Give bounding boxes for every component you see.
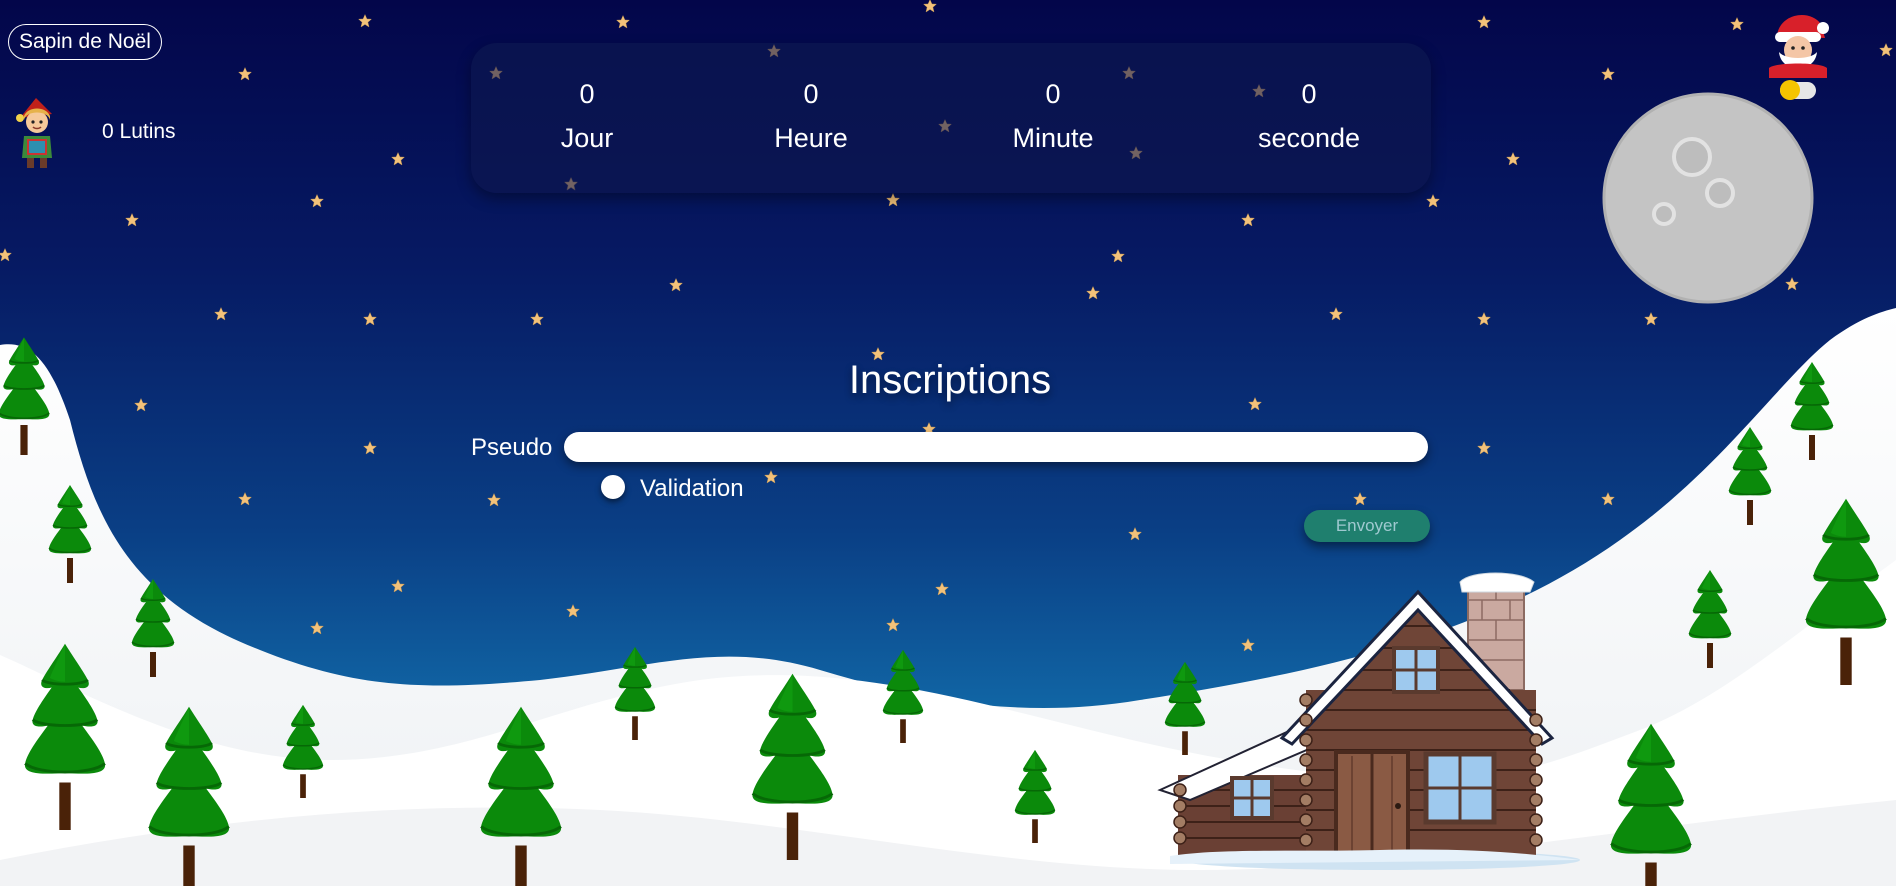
validation-radio[interactable] [601, 475, 625, 499]
moon-toggle-icon [1780, 80, 1800, 100]
countdown-stars [489, 44, 1266, 191]
countdown-panel: 0 Jour 0 Heure 0 Minute 0 seconde [471, 43, 1431, 193]
pseudo-input[interactable] [564, 432, 1428, 462]
site-title-button[interactable]: Sapin de Noël [8, 24, 162, 60]
theme-toggle[interactable] [1780, 80, 1816, 100]
elf-icon [14, 96, 60, 170]
validation-label: Validation [640, 475, 744, 502]
elf-count-label: 0 Lutins [102, 120, 176, 143]
form-title: Inscriptions [848, 358, 1052, 402]
santa-icon[interactable] [1765, 8, 1831, 78]
moon-icon [1602, 92, 1814, 304]
pseudo-label: Pseudo [471, 434, 553, 461]
send-button[interactable]: Envoyer [1304, 510, 1430, 542]
